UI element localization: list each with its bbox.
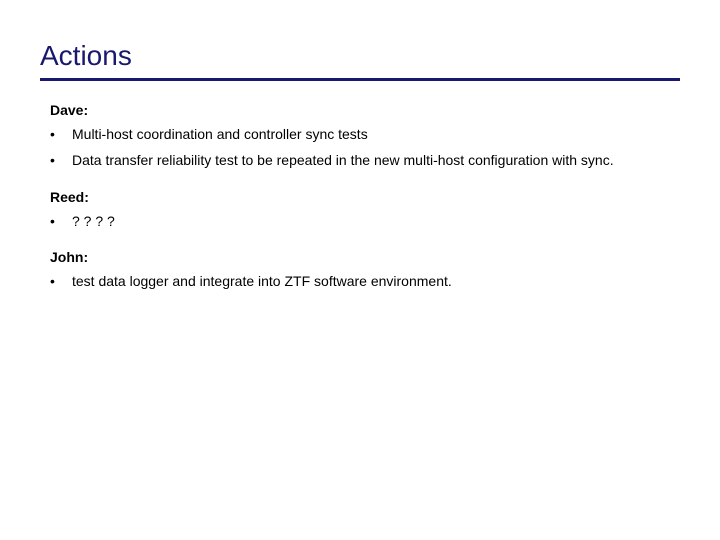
section-heading: John: [50,248,670,266]
bullet-icon: • [50,151,72,169]
slide: Actions Dave: • Multi-host coordination … [0,0,720,540]
list-item: • ? ? ? ? [50,212,670,230]
list-item: • test data logger and integrate into ZT… [50,272,670,290]
bullet-icon: • [50,212,72,230]
list-item-text: test data logger and integrate into ZTF … [72,272,670,290]
bullet-list: • Multi-host coordination and controller… [50,125,670,169]
bullet-list: • test data logger and integrate into ZT… [50,272,670,290]
bullet-icon: • [50,272,72,290]
list-item-text: Multi-host coordination and controller s… [72,125,670,143]
bullet-list: • ? ? ? ? [50,212,670,230]
list-item: • Multi-host coordination and controller… [50,125,670,143]
bullet-icon: • [50,125,72,143]
section-heading: Dave: [50,101,670,119]
slide-content: Dave: • Multi-host coordination and cont… [40,101,680,290]
section-heading: Reed: [50,188,670,206]
list-item: • Data transfer reliability test to be r… [50,151,670,169]
title-rule [40,78,680,81]
list-item-text: Data transfer reliability test to be rep… [72,151,670,169]
list-item-text: ? ? ? ? [72,212,670,230]
slide-title: Actions [40,40,680,72]
